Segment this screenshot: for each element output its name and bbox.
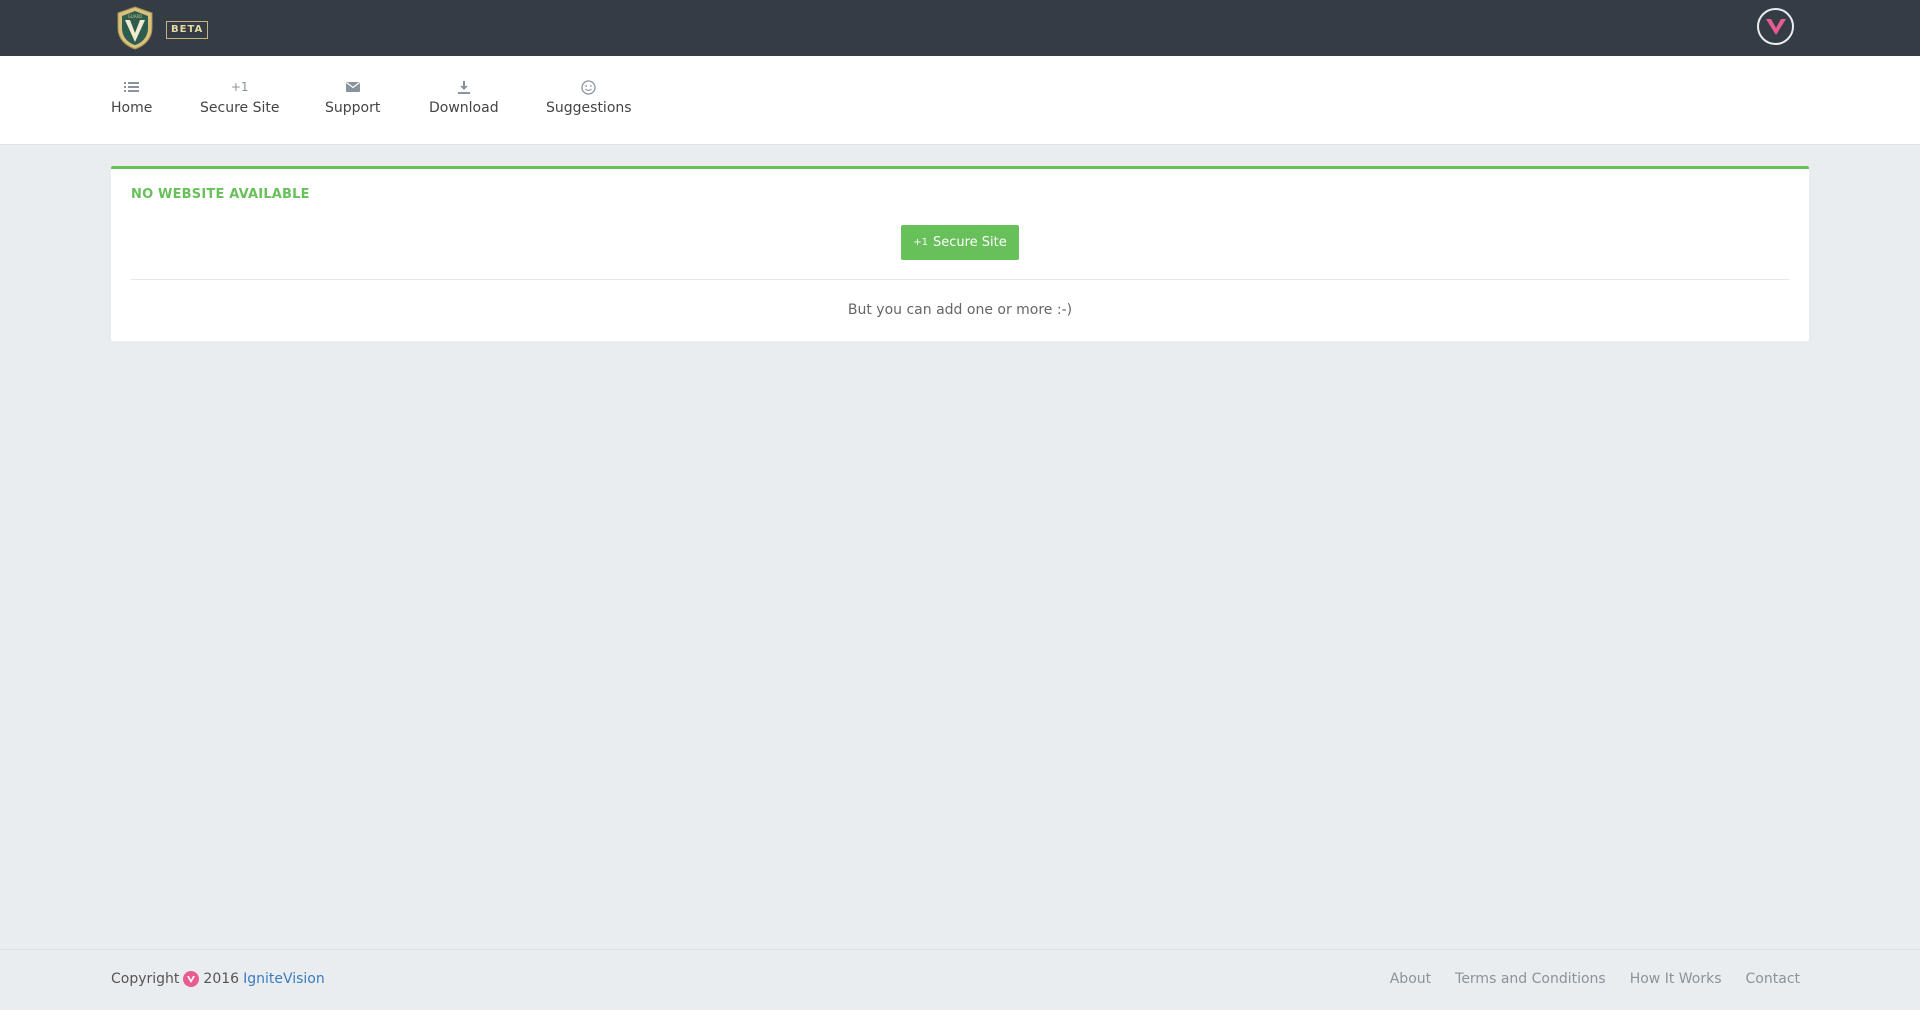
nav-label: Home — [111, 100, 153, 116]
nav-item-download[interactable]: Download — [429, 78, 499, 116]
user-avatar-icon[interactable] — [1757, 8, 1794, 45]
footer: Copyright 2016 IgniteVision About Terms … — [0, 949, 1920, 1010]
nav-label: Suggestions — [546, 100, 632, 116]
nav-label: Support — [325, 100, 381, 116]
download-icon — [457, 78, 470, 96]
svg-text:GUARD: GUARD — [128, 14, 143, 19]
footer-link-terms[interactable]: Terms and Conditions — [1455, 971, 1606, 987]
add-secure-site-button[interactable]: +1 Secure Site — [901, 225, 1019, 260]
copyright-label: Copyright — [111, 971, 180, 987]
empty-websites-panel: NO WEBSITE AVAILABLE +1 Secure Site But … — [111, 166, 1809, 341]
footer-link-contact[interactable]: Contact — [1746, 971, 1800, 987]
nav-label: Download — [429, 100, 499, 116]
button-label: Secure Site — [932, 235, 1007, 250]
smiley-icon — [581, 78, 596, 96]
company-link[interactable]: IgniteVision — [243, 971, 325, 987]
empty-state-message: But you can add one or more :-) — [847, 302, 1073, 318]
plus-one-icon: +1 — [230, 80, 249, 94]
panel-title: NO WEBSITE AVAILABLE — [131, 187, 310, 202]
divider — [131, 279, 1789, 280]
footer-link-how-it-works[interactable]: How It Works — [1630, 971, 1722, 987]
footer-link-about[interactable]: About — [1390, 971, 1431, 987]
v-logo-icon — [183, 971, 200, 987]
beta-badge: BETA — [166, 21, 209, 39]
plus-one-icon: +1 — [913, 237, 928, 248]
nav-label: Secure Site — [200, 100, 280, 116]
nav-item-secure-site[interactable]: +1 Secure Site — [200, 78, 279, 116]
envelope-icon — [345, 78, 360, 96]
copyright: Copyright 2016 IgniteVision — [111, 971, 325, 987]
top-bar: GUARD BETA — [0, 0, 1920, 56]
list-icon — [124, 78, 140, 96]
footer-links: About Terms and Conditions How It Works … — [1390, 971, 1800, 987]
nav-item-support[interactable]: Support — [325, 78, 380, 116]
copyright-year: 2016 — [203, 971, 240, 987]
main-nav: Home +1 Secure Site Support Download Sug… — [0, 56, 1920, 145]
shield-logo-icon[interactable]: GUARD — [116, 6, 154, 50]
nav-item-suggestions[interactable]: Suggestions — [546, 78, 632, 116]
nav-item-home[interactable]: Home — [111, 78, 152, 116]
